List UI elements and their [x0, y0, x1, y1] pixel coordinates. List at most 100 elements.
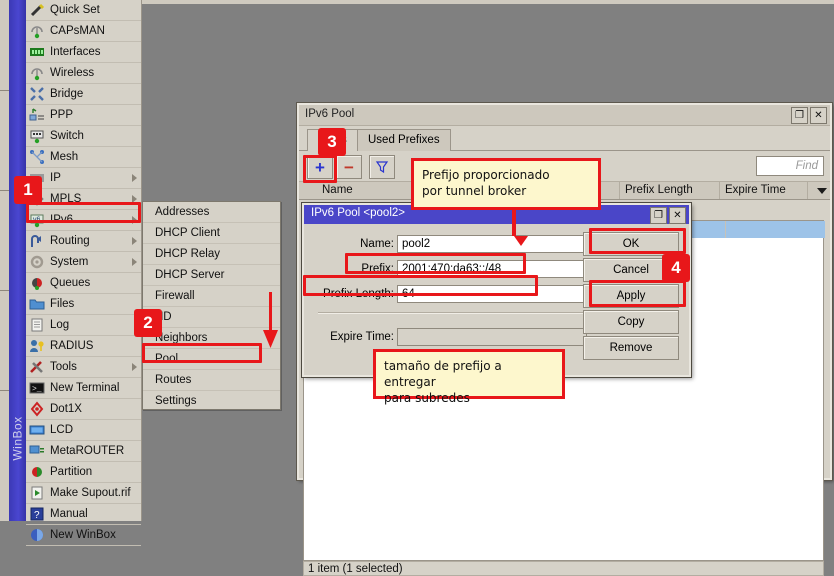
submenu-item-dhcp-server[interactable]: DHCP Server — [143, 265, 280, 286]
menu-item-label: New WinBox — [50, 529, 116, 541]
submenu-item-dhcp-relay[interactable]: DHCP Relay — [143, 244, 280, 265]
highlight-add-button — [303, 155, 337, 183]
menu-item-wireless[interactable]: Wireless — [26, 63, 141, 84]
close-icon[interactable]: ✕ — [810, 107, 827, 124]
menu-item-ppp[interactable]: PPP — [26, 105, 141, 126]
menu-item-manual[interactable]: ?Manual — [26, 504, 141, 525]
wand-icon — [29, 2, 45, 18]
menu-item-routing[interactable]: Routing — [26, 231, 141, 252]
maximize-icon[interactable]: ❐ — [650, 207, 667, 224]
step-badge-4: 4 — [662, 254, 690, 282]
menu-item-label: Log — [50, 319, 69, 331]
menu-item-label: Wireless — [50, 67, 94, 79]
supout-icon — [29, 485, 45, 501]
column-header-prefix-length[interactable]: Prefix Length — [620, 182, 720, 199]
submenu-item-settings[interactable]: Settings — [143, 391, 280, 411]
menu-item-system[interactable]: System — [26, 252, 141, 273]
column-header-label: Prefix Length — [625, 184, 693, 196]
tab-used-prefixes[interactable]: Used Prefixes — [357, 129, 451, 151]
dot1x-icon — [29, 401, 45, 417]
name-input[interactable]: pool2 — [397, 235, 587, 253]
menu-item-dot1x[interactable]: Dot1X — [26, 399, 141, 420]
table-cell-expire-time — [725, 221, 825, 238]
menu-item-files[interactable]: Files — [26, 294, 141, 315]
queues-icon — [29, 275, 45, 291]
ipv6-pool-tabrow: Pools Used Prefixes — [299, 126, 830, 151]
callout-prefix-arrow-shaft — [512, 210, 516, 236]
status-bar: 1 item (1 selected) — [303, 561, 824, 576]
desktop-background: WinBox Quick SetCAPsMAN Interfaces Wireles… — [0, 0, 834, 521]
menu-item-bridge[interactable]: Bridge — [26, 84, 141, 105]
menu-item-label: Switch — [50, 130, 84, 142]
column-header-label: Expire Time — [725, 184, 786, 196]
system-icon — [29, 254, 45, 270]
column-header-name[interactable]: Name — [317, 182, 424, 199]
maximize-icon[interactable]: ❐ — [791, 107, 808, 124]
rail-tick — [0, 190, 9, 191]
step-badge-1: 1 — [14, 176, 42, 204]
menu-item-label: MetaROUTER — [50, 445, 124, 457]
folder-icon — [29, 296, 45, 312]
rail-tick — [0, 90, 9, 91]
field-label-name: Name: — [304, 235, 394, 253]
menu-item-lcd[interactable]: LCD — [26, 420, 141, 441]
manual-icon: ? — [29, 506, 45, 522]
submenu-item-nd[interactable]: ND — [143, 307, 280, 328]
search-input[interactable]: Find — [756, 156, 824, 176]
menu-item-mesh[interactable]: Mesh — [26, 147, 141, 168]
submenu-item-firewall[interactable]: Firewall — [143, 286, 280, 307]
menu-item-label: IP — [50, 172, 61, 184]
ipv6-submenu: AddressesDHCP ClientDHCP RelayDHCP Serve… — [142, 201, 281, 410]
column-menu-button[interactable] — [814, 182, 830, 199]
remove-button[interactable]: − — [336, 155, 362, 179]
close-icon[interactable]: ✕ — [669, 207, 686, 224]
interfaces-icon — [29, 44, 45, 60]
arrow-down-icon — [514, 236, 528, 246]
submenu-item-addresses[interactable]: Addresses — [143, 202, 280, 223]
ppp-icon — [29, 107, 45, 123]
svg-text:?: ? — [34, 510, 40, 521]
menu-item-queues[interactable]: Queues — [26, 273, 141, 294]
submenu-item-routes[interactable]: Routes — [143, 370, 280, 391]
winbox-rail-label: WinBox — [10, 412, 27, 466]
menu-item-tools[interactable]: Tools — [26, 357, 141, 378]
callout-prefix-length: tamaño de prefijo a entregar para subred… — [373, 349, 565, 399]
callout-line-2: para subredes — [384, 390, 554, 406]
remove-button[interactable]: Remove — [583, 336, 679, 360]
callout-line-2: por tunnel broker — [422, 183, 590, 199]
menu-item-quick-set[interactable]: Quick Set — [26, 0, 141, 21]
menu-item-label: Bridge — [50, 88, 83, 100]
menu-item-new-terminal[interactable]: >_New Terminal — [26, 378, 141, 399]
menu-item-label: System — [50, 256, 88, 268]
menu-item-new-winbox[interactable]: New WinBox — [26, 525, 141, 546]
menu-item-radius[interactable]: RADIUS — [26, 336, 141, 357]
filter-button[interactable] — [369, 155, 395, 179]
copy-button[interactable]: Copy — [583, 310, 679, 334]
search-placeholder: Find — [757, 157, 823, 175]
menu-item-capsman[interactable]: CAPsMAN — [26, 21, 141, 42]
callout-line-1: Prefijo proporcionado — [422, 167, 590, 183]
mesh-icon — [29, 149, 45, 165]
menu-item-label: LCD — [50, 424, 73, 436]
menu-item-interfaces[interactable]: Interfaces — [26, 42, 141, 63]
chevron-right-icon — [132, 237, 137, 245]
column-header-label: Name — [322, 184, 353, 196]
menu-item-label: Interfaces — [50, 46, 101, 58]
bridge-icon — [29, 86, 45, 102]
menu-item-switch[interactable]: Switch — [26, 126, 141, 147]
highlight-prefix-length-field — [303, 275, 538, 296]
menu-item-make-supout-rif[interactable]: Make Supout.rif — [26, 483, 141, 504]
lcd-icon — [29, 422, 45, 438]
winbox-rail-gradient: WinBox — [9, 0, 26, 521]
menu-item-metarouter[interactable]: MetaROUTER — [26, 441, 141, 462]
chevron-down-icon — [817, 188, 827, 194]
dialog-window-buttons: ❐ ✕ — [650, 207, 686, 224]
submenu-item-dhcp-client[interactable]: DHCP Client — [143, 223, 280, 244]
menu-item-label: Partition — [50, 466, 92, 478]
menu-item-log[interactable]: Log — [26, 315, 141, 336]
menu-item-partition[interactable]: Partition — [26, 462, 141, 483]
highlight-ipv6-menu — [26, 202, 141, 223]
column-header-expire-time[interactable]: Expire Time — [720, 182, 808, 199]
menu-item-ip[interactable]: IP — [26, 168, 141, 189]
menu-item-label: Tools — [50, 361, 77, 373]
